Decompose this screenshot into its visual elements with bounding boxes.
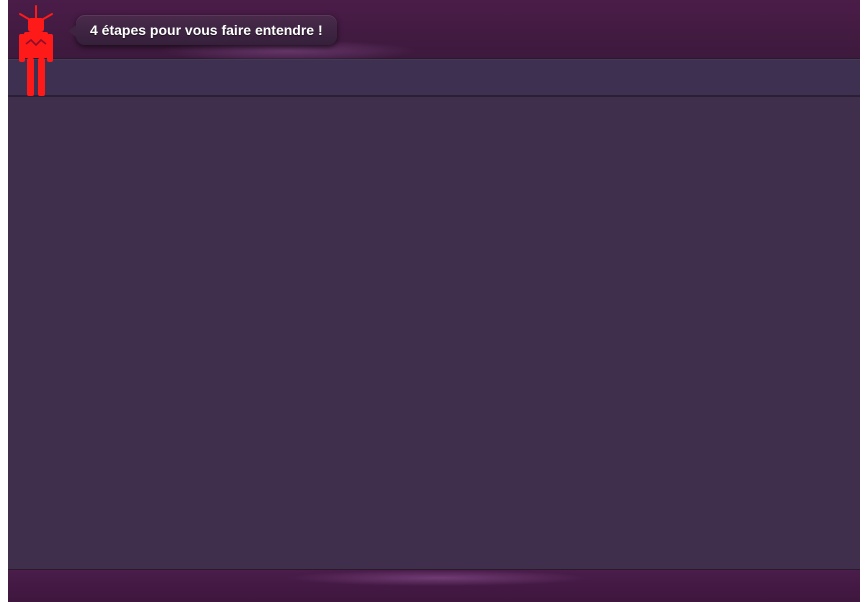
app-frame — [8, 0, 860, 602]
speech-bubble-text: 4 étapes pour vous faire entendre ! — [90, 22, 323, 38]
speech-bubble: 4 étapes pour vous faire entendre ! — [68, 15, 337, 45]
footer-glow — [288, 570, 588, 586]
red-robot-mascot-icon — [19, 5, 53, 96]
page-left-margin — [0, 0, 8, 602]
page-right-margin — [860, 0, 866, 602]
sub-toolbar — [8, 59, 860, 97]
footer-bar — [8, 569, 860, 602]
main-content-panel — [8, 97, 860, 569]
